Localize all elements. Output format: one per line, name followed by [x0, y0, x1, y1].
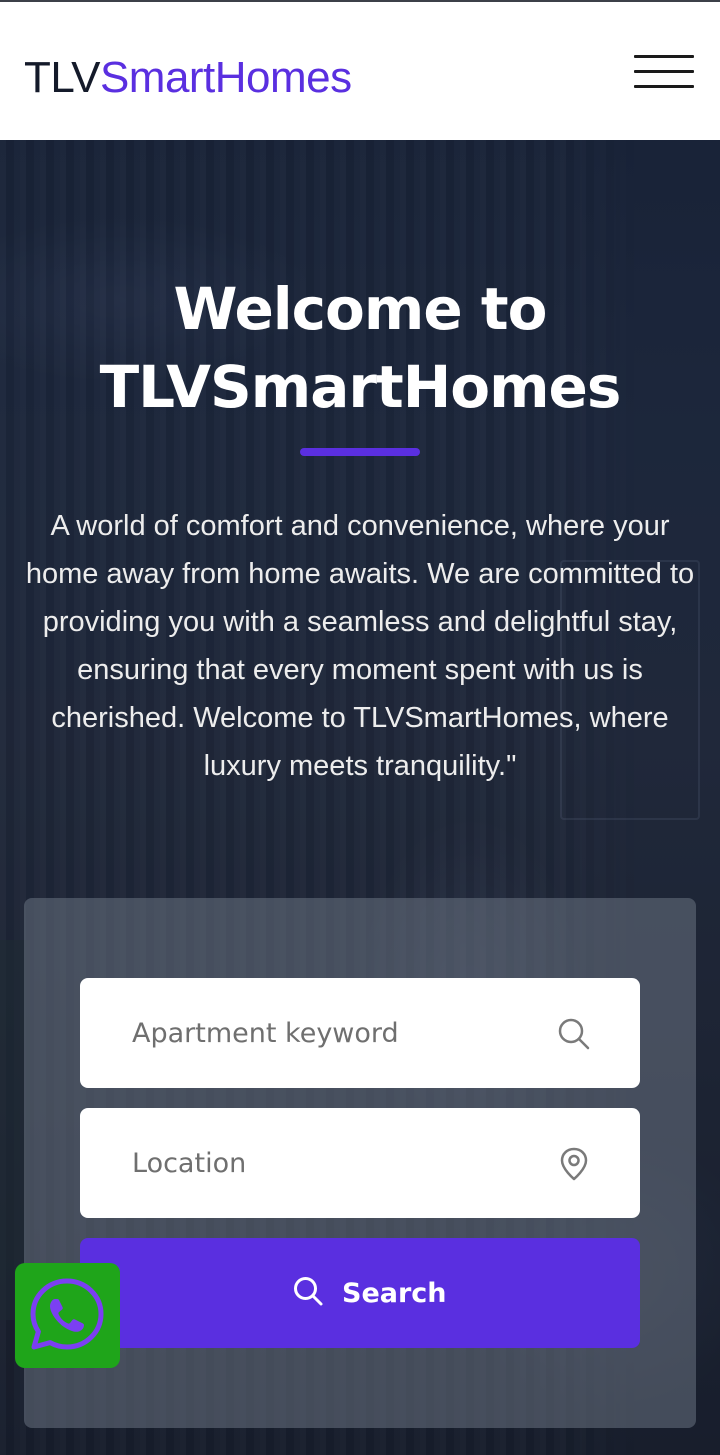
logo-text-smarthomes: SmartHomes — [99, 53, 352, 102]
hero-description: A world of comfort and convenience, wher… — [25, 510, 695, 782]
site-header: TLVSmartHomes — [0, 2, 720, 140]
site-logo[interactable]: TLVSmartHomes — [24, 50, 366, 106]
whatsapp-icon — [30, 1278, 104, 1350]
search-icon — [558, 1018, 590, 1050]
hero-title-line2: TLVSmartHomes — [99, 353, 622, 421]
map-pin-icon — [560, 1147, 588, 1181]
search-icon — [294, 1277, 323, 1306]
hamburger-menu-icon[interactable] — [628, 50, 700, 96]
search-button[interactable]: Search — [80, 1238, 640, 1348]
logo-text-tlv: TLV — [24, 53, 100, 102]
whatsapp-button[interactable] — [15, 1263, 120, 1368]
location-field[interactable] — [80, 1108, 640, 1218]
hero-title: Welcome to TLVSmartHomes — [40, 270, 680, 426]
location-input[interactable] — [132, 1138, 532, 1188]
hero-section: Welcome to TLVSmartHomes A world of comf… — [0, 140, 720, 1455]
hero-title-line1: Welcome to — [173, 275, 548, 343]
search-button-label: Search — [342, 1278, 447, 1309]
search-panel: Search — [24, 898, 696, 1428]
apartment-keyword-input[interactable] — [132, 1008, 532, 1058]
title-underline — [300, 448, 420, 456]
apartment-keyword-field[interactable] — [80, 978, 640, 1088]
